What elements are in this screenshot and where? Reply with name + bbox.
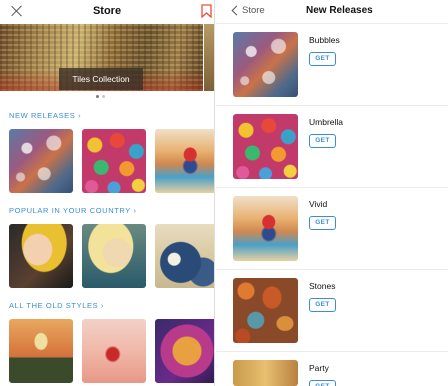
release-row-party[interactable]: Party GET xyxy=(216,352,448,386)
get-button[interactable]: GET xyxy=(309,298,336,312)
get-button[interactable]: GET xyxy=(309,216,336,230)
release-row-stones[interactable]: Stones GET xyxy=(216,270,448,352)
section-label: ALL THE OLD STYLES xyxy=(9,301,99,310)
style-thumb-portrait[interactable] xyxy=(82,224,146,288)
release-thumb[interactable] xyxy=(233,360,298,386)
style-thumb-popart[interactable] xyxy=(9,224,73,288)
release-name: Vivid xyxy=(309,199,328,209)
release-row-bubbles[interactable]: Bubbles GET xyxy=(216,24,448,106)
release-name: Party xyxy=(309,363,329,373)
get-button[interactable]: GET xyxy=(309,52,336,66)
section-old-styles[interactable]: ALL THE OLD STYLES › xyxy=(9,301,104,310)
style-thumb-couple[interactable] xyxy=(82,319,146,383)
style-thumb-vivid[interactable] xyxy=(155,129,214,193)
next-banner-peek[interactable] xyxy=(204,24,214,91)
release-thumb[interactable] xyxy=(233,278,298,343)
chevron-left-icon[interactable] xyxy=(231,5,242,16)
page-dot xyxy=(102,95,105,98)
new-releases-pane: Store New Releases Bubbles GET Umbrella … xyxy=(216,0,448,386)
release-thumb[interactable] xyxy=(233,196,298,261)
banner-label: Tiles Collection xyxy=(59,68,143,90)
get-button[interactable]: GET xyxy=(309,380,336,386)
release-row-umbrella[interactable]: Umbrella GET xyxy=(216,106,448,188)
style-thumb-wave[interactable] xyxy=(155,224,214,288)
section-new-releases[interactable]: NEW RELEASES › xyxy=(9,111,81,120)
store-pane: Store Tiles Collection NEW RELEASES › PO… xyxy=(0,0,215,386)
chevron-right-icon: › xyxy=(100,301,104,310)
release-name: Umbrella xyxy=(309,117,344,127)
release-name: Bubbles xyxy=(309,35,340,45)
page-title: New Releases xyxy=(306,5,373,16)
get-button[interactable]: GET xyxy=(309,134,336,148)
release-thumb[interactable] xyxy=(233,32,298,97)
section-label: POPULAR IN YOUR COUNTRY xyxy=(9,206,131,215)
release-thumb[interactable] xyxy=(233,114,298,179)
style-thumb-curly[interactable] xyxy=(155,319,214,383)
back-button[interactable]: Store xyxy=(242,5,265,16)
new-releases-header: Store New Releases xyxy=(216,0,448,24)
store-title: Store xyxy=(92,5,122,17)
section-popular[interactable]: POPULAR IN YOUR COUNTRY › xyxy=(9,206,137,215)
release-name: Stones xyxy=(309,281,336,291)
style-thumb-bubbles[interactable] xyxy=(9,129,73,193)
store-header: Store xyxy=(0,0,214,24)
release-row-vivid[interactable]: Vivid GET xyxy=(216,188,448,270)
page-indicator xyxy=(96,95,105,98)
style-thumb-landmark[interactable] xyxy=(9,319,73,383)
chevron-right-icon: › xyxy=(133,206,137,215)
style-thumb-umbrella[interactable] xyxy=(82,129,146,193)
page-dot-active xyxy=(96,95,99,98)
section-label: NEW RELEASES xyxy=(9,111,76,120)
bookmark-icon[interactable] xyxy=(201,4,212,18)
chevron-right-icon: › xyxy=(78,111,82,120)
